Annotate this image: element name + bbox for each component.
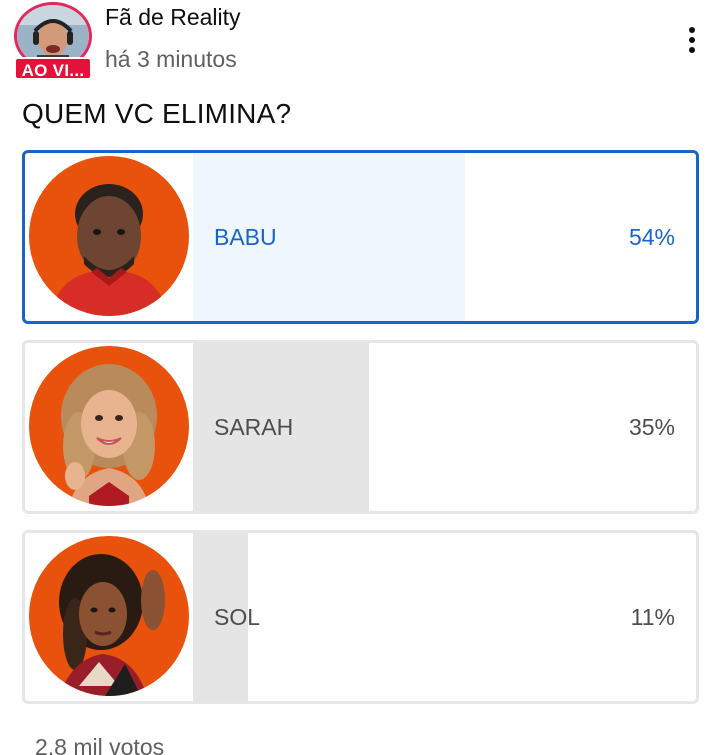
live-badge: AO VI... [14,57,92,80]
menu-dot [689,37,695,43]
channel-name[interactable]: Fã de Reality [105,4,241,31]
channel-avatar[interactable]: AO VI... [14,2,92,80]
poll-option-babu[interactable]: BABU 54% [22,150,699,324]
option-photo [29,536,189,696]
option-label: SOL [214,603,261,630]
menu-dot [689,47,695,53]
option-label: SARAH [214,413,294,440]
option-photo [29,346,189,506]
result-bar-area [193,533,696,701]
vote-count: 2,8 mil votos [35,734,165,755]
option-photo [29,156,189,316]
post-timestamp: há 3 minutos [105,46,237,72]
more-vert-icon[interactable] [676,20,708,60]
option-percent: 11% [630,603,675,630]
poll-option-sol[interactable]: SOL 11% [22,530,699,704]
poll-option-sarah[interactable]: SARAH 35% [22,340,699,514]
menu-dot [689,27,695,33]
poll-question: QUEM VC ELIMINA? [22,98,292,129]
post-card: AO VI... Fã de Reality há 3 minutos QUEM… [0,0,720,755]
option-percent: 35% [628,413,675,440]
option-percent: 54% [628,223,675,250]
option-label: BABU [214,223,277,250]
